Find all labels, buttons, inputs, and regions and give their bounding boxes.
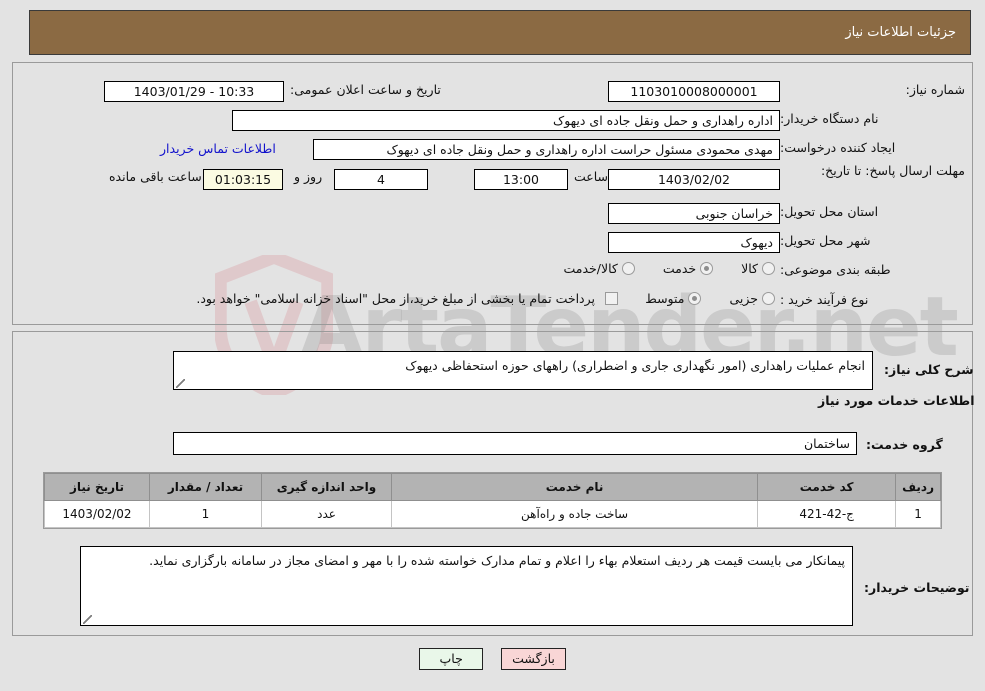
deadline-time-wrap: 13:00 — [474, 169, 568, 190]
days-label: روز و — [294, 169, 323, 184]
city-label: شهر محل تحویل: — [780, 233, 871, 248]
th-service-code: کد خدمت — [757, 473, 897, 501]
province-label-wrap: استان محل تحویل: — [780, 204, 878, 219]
need-number-field-wrap: 1103010008000001 — [608, 81, 780, 102]
process-option-motavaset[interactable]: متوسط — [641, 291, 702, 306]
need-number-value[interactable]: 1103010008000001 — [608, 81, 780, 102]
radio-khedmat-icon[interactable] — [700, 262, 714, 275]
countdown-timer: 01:03:15 — [203, 169, 283, 190]
public-announce-field-wrap: 1403/01/29 - 10:33 — [104, 81, 284, 102]
buyer-org-label: نام دستگاه خریدار: — [780, 111, 879, 126]
request-creator-label-wrap: ایجاد کننده درخواست: — [780, 140, 895, 155]
th-service-name: نام خدمت — [390, 473, 759, 501]
category-option-khedmat[interactable]: خدمت — [659, 261, 714, 276]
buyer-comments-label: توضیحات خریدار: — [864, 580, 970, 595]
process-label-wrap: نوع فرآیند خرید : — [780, 292, 868, 307]
radio-motavaset-icon[interactable] — [688, 292, 702, 305]
public-announce-label-wrap: تاریخ و ساعت اعلان عمومی: — [290, 82, 441, 97]
deadline-date-wrap: 1403/02/02 — [608, 169, 780, 190]
radio-jozei-icon[interactable] — [762, 292, 775, 305]
treasury-checkbox-label: پرداخت تمام یا بخشی از مبلغ خرید،از محل … — [196, 291, 595, 306]
buyer-contact-link[interactable]: اطلاعات تماس خریدار — [160, 141, 276, 156]
cell-service-name: ساخت جاده و راه‌آهن — [390, 500, 759, 528]
treasury-checkbox-icon[interactable] — [605, 292, 618, 305]
page-title: جزئیات اطلاعات نیاز — [845, 25, 956, 40]
need-number-label-wrap: شماره نیاز: — [780, 82, 965, 97]
public-announce-value[interactable]: 1403/01/29 - 10:33 — [104, 81, 284, 102]
cell-service-code: ج-42-421 — [757, 500, 897, 528]
page-header: جزئیات اطلاعات نیاز — [29, 10, 971, 55]
days-value[interactable]: 4 — [334, 169, 428, 190]
process-option-jozei[interactable]: جزیی — [725, 291, 775, 306]
buyer-contact-link-wrap: اطلاعات تماس خریدار — [160, 141, 276, 156]
process-option-motavaset-label: متوسط — [645, 291, 685, 306]
category-label: طبقه بندی موضوعی: — [780, 262, 891, 277]
process-option-jozei-label: جزیی — [729, 291, 758, 306]
days-value-wrap: 4 — [334, 169, 428, 190]
category-option-kala[interactable]: کالا — [737, 261, 775, 276]
public-announce-label: تاریخ و ساعت اعلان عمومی: — [290, 82, 441, 97]
category-option-khedmat-label: خدمت — [662, 261, 697, 276]
back-button[interactable]: بازگشت — [501, 648, 566, 670]
province-label: استان محل تحویل: — [780, 204, 879, 219]
buyer-org-field-wrap: اداره راهداری و حمل ونقل جاده ای دیهوک — [232, 110, 780, 131]
th-unit: واحد اندازه گیری — [261, 473, 392, 501]
service-group-field-wrap: ساختمان — [173, 432, 857, 455]
cell-row-no: 1 — [895, 500, 941, 528]
table-row[interactable]: 1 ج-42-421 ساخت جاده و راه‌آهن عدد 1 140… — [44, 500, 941, 528]
category-option-kala-khedmat[interactable]: کالا/خدمت — [559, 261, 635, 276]
general-desc-label: شرح کلی نیاز: — [884, 362, 974, 377]
deadline-label: مهلت ارسال پاسخ: تا تاریخ: — [820, 163, 965, 178]
radio-kala-khedmat-icon[interactable] — [621, 262, 635, 275]
process-label: نوع فرآیند خرید : — [780, 292, 869, 307]
buyer-org-label-wrap: نام دستگاه خریدار: — [780, 111, 878, 126]
category-radio-group: کالا خدمت کالا/خدمت — [520, 261, 775, 276]
city-value[interactable]: دیهوک — [608, 232, 780, 253]
remaining-label: ساعت باقی مانده — [109, 169, 202, 184]
treasury-checkbox-row[interactable]: پرداخت تمام یا بخشی از مبلغ خرید،از محل … — [108, 291, 618, 306]
th-quantity: تعداد / مقدار — [149, 473, 262, 501]
countdown-wrap: 01:03:15 — [203, 169, 283, 190]
deadline-date-value[interactable]: 1403/02/02 — [608, 169, 780, 190]
category-label-wrap: طبقه بندی موضوعی: — [780, 262, 891, 277]
buyer-org-value[interactable]: اداره راهداری و حمل ونقل جاده ای دیهوک — [232, 110, 780, 131]
days-label-wrap: روز و — [294, 169, 322, 184]
services-table: ردیف کد خدمت نام خدمت واحد اندازه گیری ت… — [43, 472, 942, 529]
city-field-wrap: دیهوک — [608, 232, 780, 253]
th-need-date: تاریخ نیاز — [44, 473, 150, 501]
province-value[interactable]: خراسان جنوبی — [608, 203, 780, 224]
service-group-label: گروه خدمت: — [866, 437, 943, 452]
service-group-value[interactable]: ساختمان — [173, 432, 857, 455]
footer-button-bar: بازگشت چاپ — [0, 648, 985, 670]
request-creator-value[interactable]: مهدی محمودی مسئول حراست اداره راهداری و … — [313, 139, 780, 160]
hour-label-wrap: ساعت — [574, 169, 608, 184]
category-option-kala-khedmat-label: کالا/خدمت — [563, 261, 618, 276]
deadline-label-wrap: مهلت ارسال پاسخ: تا تاریخ: — [780, 163, 965, 179]
cell-unit: عدد — [261, 500, 392, 528]
request-creator-field-wrap: مهدی محمودی مسئول حراست اداره راهداری و … — [313, 139, 780, 160]
province-field-wrap: خراسان جنوبی — [608, 203, 780, 224]
remaining-label-wrap: ساعت باقی مانده — [109, 169, 202, 184]
cell-need-date: 1403/02/02 — [44, 500, 150, 528]
deadline-time-value[interactable]: 13:00 — [474, 169, 568, 190]
request-creator-label: ایجاد کننده درخواست: — [780, 140, 896, 155]
cell-quantity: 1 — [149, 500, 262, 528]
process-radio-group: جزیی متوسط — [625, 291, 775, 306]
th-row-no: ردیف — [895, 473, 941, 501]
hour-label: ساعت — [574, 169, 609, 184]
need-number-label: شماره نیاز: — [905, 82, 965, 97]
page-root: ArtaTender.net جزئیات اطلاعات نیاز شماره… — [0, 0, 985, 691]
general-desc-textarea[interactable]: انجام عملیات راهداری (امور نگهداری جاری … — [173, 351, 873, 390]
print-button[interactable]: چاپ — [419, 648, 484, 670]
category-option-kala-label: کالا — [741, 261, 758, 276]
buyer-comments-textarea[interactable]: پیمانکار می بایست قیمت هر ردیف استعلام ب… — [80, 546, 853, 626]
services-info-title: اطلاعات خدمات مورد نیاز — [818, 393, 975, 408]
table-header-row: ردیف کد خدمت نام خدمت واحد اندازه گیری ت… — [44, 473, 941, 501]
city-label-wrap: شهر محل تحویل: — [780, 233, 870, 248]
radio-kala-icon[interactable] — [762, 262, 775, 275]
